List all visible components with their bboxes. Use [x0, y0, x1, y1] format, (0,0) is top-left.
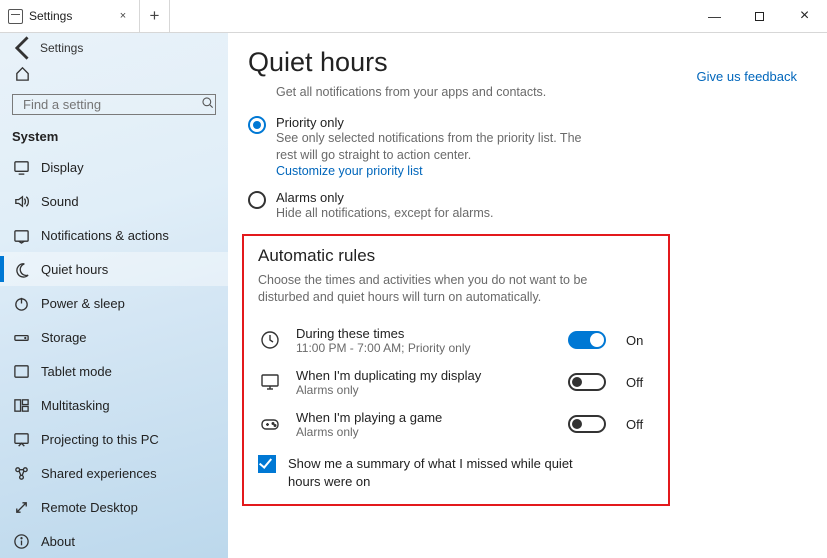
remote-icon — [12, 498, 30, 516]
summary-checkbox[interactable] — [258, 455, 276, 473]
tablet-icon — [12, 362, 30, 380]
sidebar-section-system: System — [0, 125, 228, 150]
sidebar-item-label: Sound — [41, 194, 79, 209]
back-button[interactable] — [8, 33, 40, 63]
radio-group: Get all notifications from your apps and… — [248, 84, 827, 222]
sidebar-item-label: Shared experiences — [41, 466, 157, 481]
sidebar-header: Settings — [0, 33, 228, 63]
sidebar-item-quiethours[interactable]: Quiet hours — [0, 252, 228, 286]
option-off-desc: Get all notifications from your apps and… — [276, 84, 546, 101]
rule-toggle[interactable] — [568, 415, 606, 433]
sidebar-item-label: Tablet mode — [41, 364, 112, 379]
sidebar-item-label: About — [41, 534, 75, 549]
clock-icon — [258, 330, 282, 350]
notifications-icon — [12, 226, 30, 244]
search-box[interactable] — [12, 94, 216, 115]
summary-checkbox-row[interactable]: Show me a summary of what I missed while… — [258, 455, 654, 490]
rule-monitor[interactable]: When I'm duplicating my displayAlarms on… — [258, 361, 654, 403]
summary-checkbox-label: Show me a summary of what I missed while… — [288, 455, 598, 490]
option-priority-label: Priority only — [276, 115, 586, 130]
radio-alarms[interactable] — [248, 191, 266, 209]
sound-icon — [12, 192, 30, 210]
option-alarms[interactable]: Alarms only Hide all notifications, exce… — [248, 190, 827, 222]
search-icon — [201, 96, 215, 113]
game-icon — [258, 414, 282, 434]
rules-desc: Choose the times and activities when you… — [258, 272, 588, 306]
sidebar-item-label: Remote Desktop — [41, 500, 138, 515]
about-icon — [12, 532, 30, 550]
settings-tab-icon — [8, 9, 23, 24]
option-off[interactable]: Get all notifications from your apps and… — [248, 84, 827, 103]
sidebar-item-storage[interactable]: Storage — [0, 320, 228, 354]
main-content: Quiet hours Give us feedback Get all not… — [228, 33, 827, 558]
power-icon — [12, 294, 30, 312]
window-controls: — × — [692, 0, 827, 32]
sidebar-item-tablet[interactable]: Tablet mode — [0, 354, 228, 388]
sidebar-item-about[interactable]: About — [0, 524, 228, 558]
display-icon — [12, 158, 30, 176]
sidebar-item-projecting[interactable]: Projecting to this PC — [0, 422, 228, 456]
sidebar-item-shared[interactable]: Shared experiences — [0, 456, 228, 490]
sidebar: Settings System Display Sound Notification… — [0, 33, 228, 558]
maximize-icon — [755, 12, 764, 21]
rule-desc: Alarms only — [296, 383, 554, 397]
rule-state: On — [626, 333, 654, 348]
sidebar-heading: Settings — [40, 41, 83, 55]
sidebar-item-remote[interactable]: Remote Desktop — [0, 490, 228, 524]
rule-label: When I'm playing a game — [296, 410, 554, 425]
projecting-icon — [12, 430, 30, 448]
home-button[interactable] — [0, 63, 228, 88]
sidebar-item-label: Notifications & actions — [41, 228, 169, 243]
rule-label: During these times — [296, 326, 554, 341]
option-priority[interactable]: Priority only See only selected notifica… — [248, 115, 827, 178]
multitask-icon — [12, 396, 30, 414]
rule-state: Off — [626, 375, 654, 390]
sidebar-item-notifications[interactable]: Notifications & actions — [0, 218, 228, 252]
rule-toggle[interactable] — [568, 331, 606, 349]
sidebar-item-multitask[interactable]: Multitasking — [0, 388, 228, 422]
home-icon — [14, 65, 31, 86]
option-priority-desc: See only selected notifications from the… — [276, 130, 586, 164]
rule-desc: Alarms only — [296, 425, 554, 439]
monitor-icon — [258, 372, 282, 392]
rule-desc: 11:00 PM - 7:00 AM; Priority only — [296, 341, 554, 355]
rules-heading: Automatic rules — [258, 246, 654, 266]
sidebar-item-label: Multitasking — [41, 398, 110, 413]
sidebar-item-label: Power & sleep — [41, 296, 125, 311]
automatic-rules-highlight: Automatic rules Choose the times and act… — [242, 234, 670, 507]
minimize-button[interactable]: — — [692, 0, 737, 32]
tab-title: Settings — [29, 9, 115, 23]
sidebar-item-display[interactable]: Display — [0, 150, 228, 184]
close-icon[interactable]: × — [115, 8, 131, 24]
shared-icon — [12, 464, 30, 482]
rule-clock[interactable]: During these times11:00 PM - 7:00 AM; Pr… — [258, 319, 654, 361]
sidebar-item-label: Projecting to this PC — [41, 432, 159, 447]
feedback-link[interactable]: Give us feedback — [697, 69, 797, 84]
maximize-button[interactable] — [737, 0, 782, 32]
titlebar: Settings × + — × — [0, 0, 827, 33]
new-tab-button[interactable]: + — [140, 0, 170, 32]
sidebar-item-power[interactable]: Power & sleep — [0, 286, 228, 320]
sidebar-item-label: Quiet hours — [41, 262, 108, 277]
rule-state: Off — [626, 417, 654, 432]
option-alarms-desc: Hide all notifications, except for alarm… — [276, 205, 493, 222]
radio-priority[interactable] — [248, 116, 266, 134]
rule-game[interactable]: When I'm playing a gameAlarms only Off — [258, 403, 654, 445]
search-input[interactable] — [21, 96, 201, 113]
tab-settings[interactable]: Settings × — [0, 0, 140, 32]
sidebar-item-sound[interactable]: Sound — [0, 184, 228, 218]
customize-priority-link[interactable]: Customize your priority list — [276, 164, 586, 178]
sidebar-item-label: Display — [41, 160, 84, 175]
rule-toggle[interactable] — [568, 373, 606, 391]
sidebar-item-label: Storage — [41, 330, 87, 345]
window-close-button[interactable]: × — [782, 0, 827, 32]
quiethours-icon — [12, 260, 30, 278]
storage-icon — [12, 328, 30, 346]
rule-label: When I'm duplicating my display — [296, 368, 554, 383]
option-alarms-label: Alarms only — [276, 190, 493, 205]
